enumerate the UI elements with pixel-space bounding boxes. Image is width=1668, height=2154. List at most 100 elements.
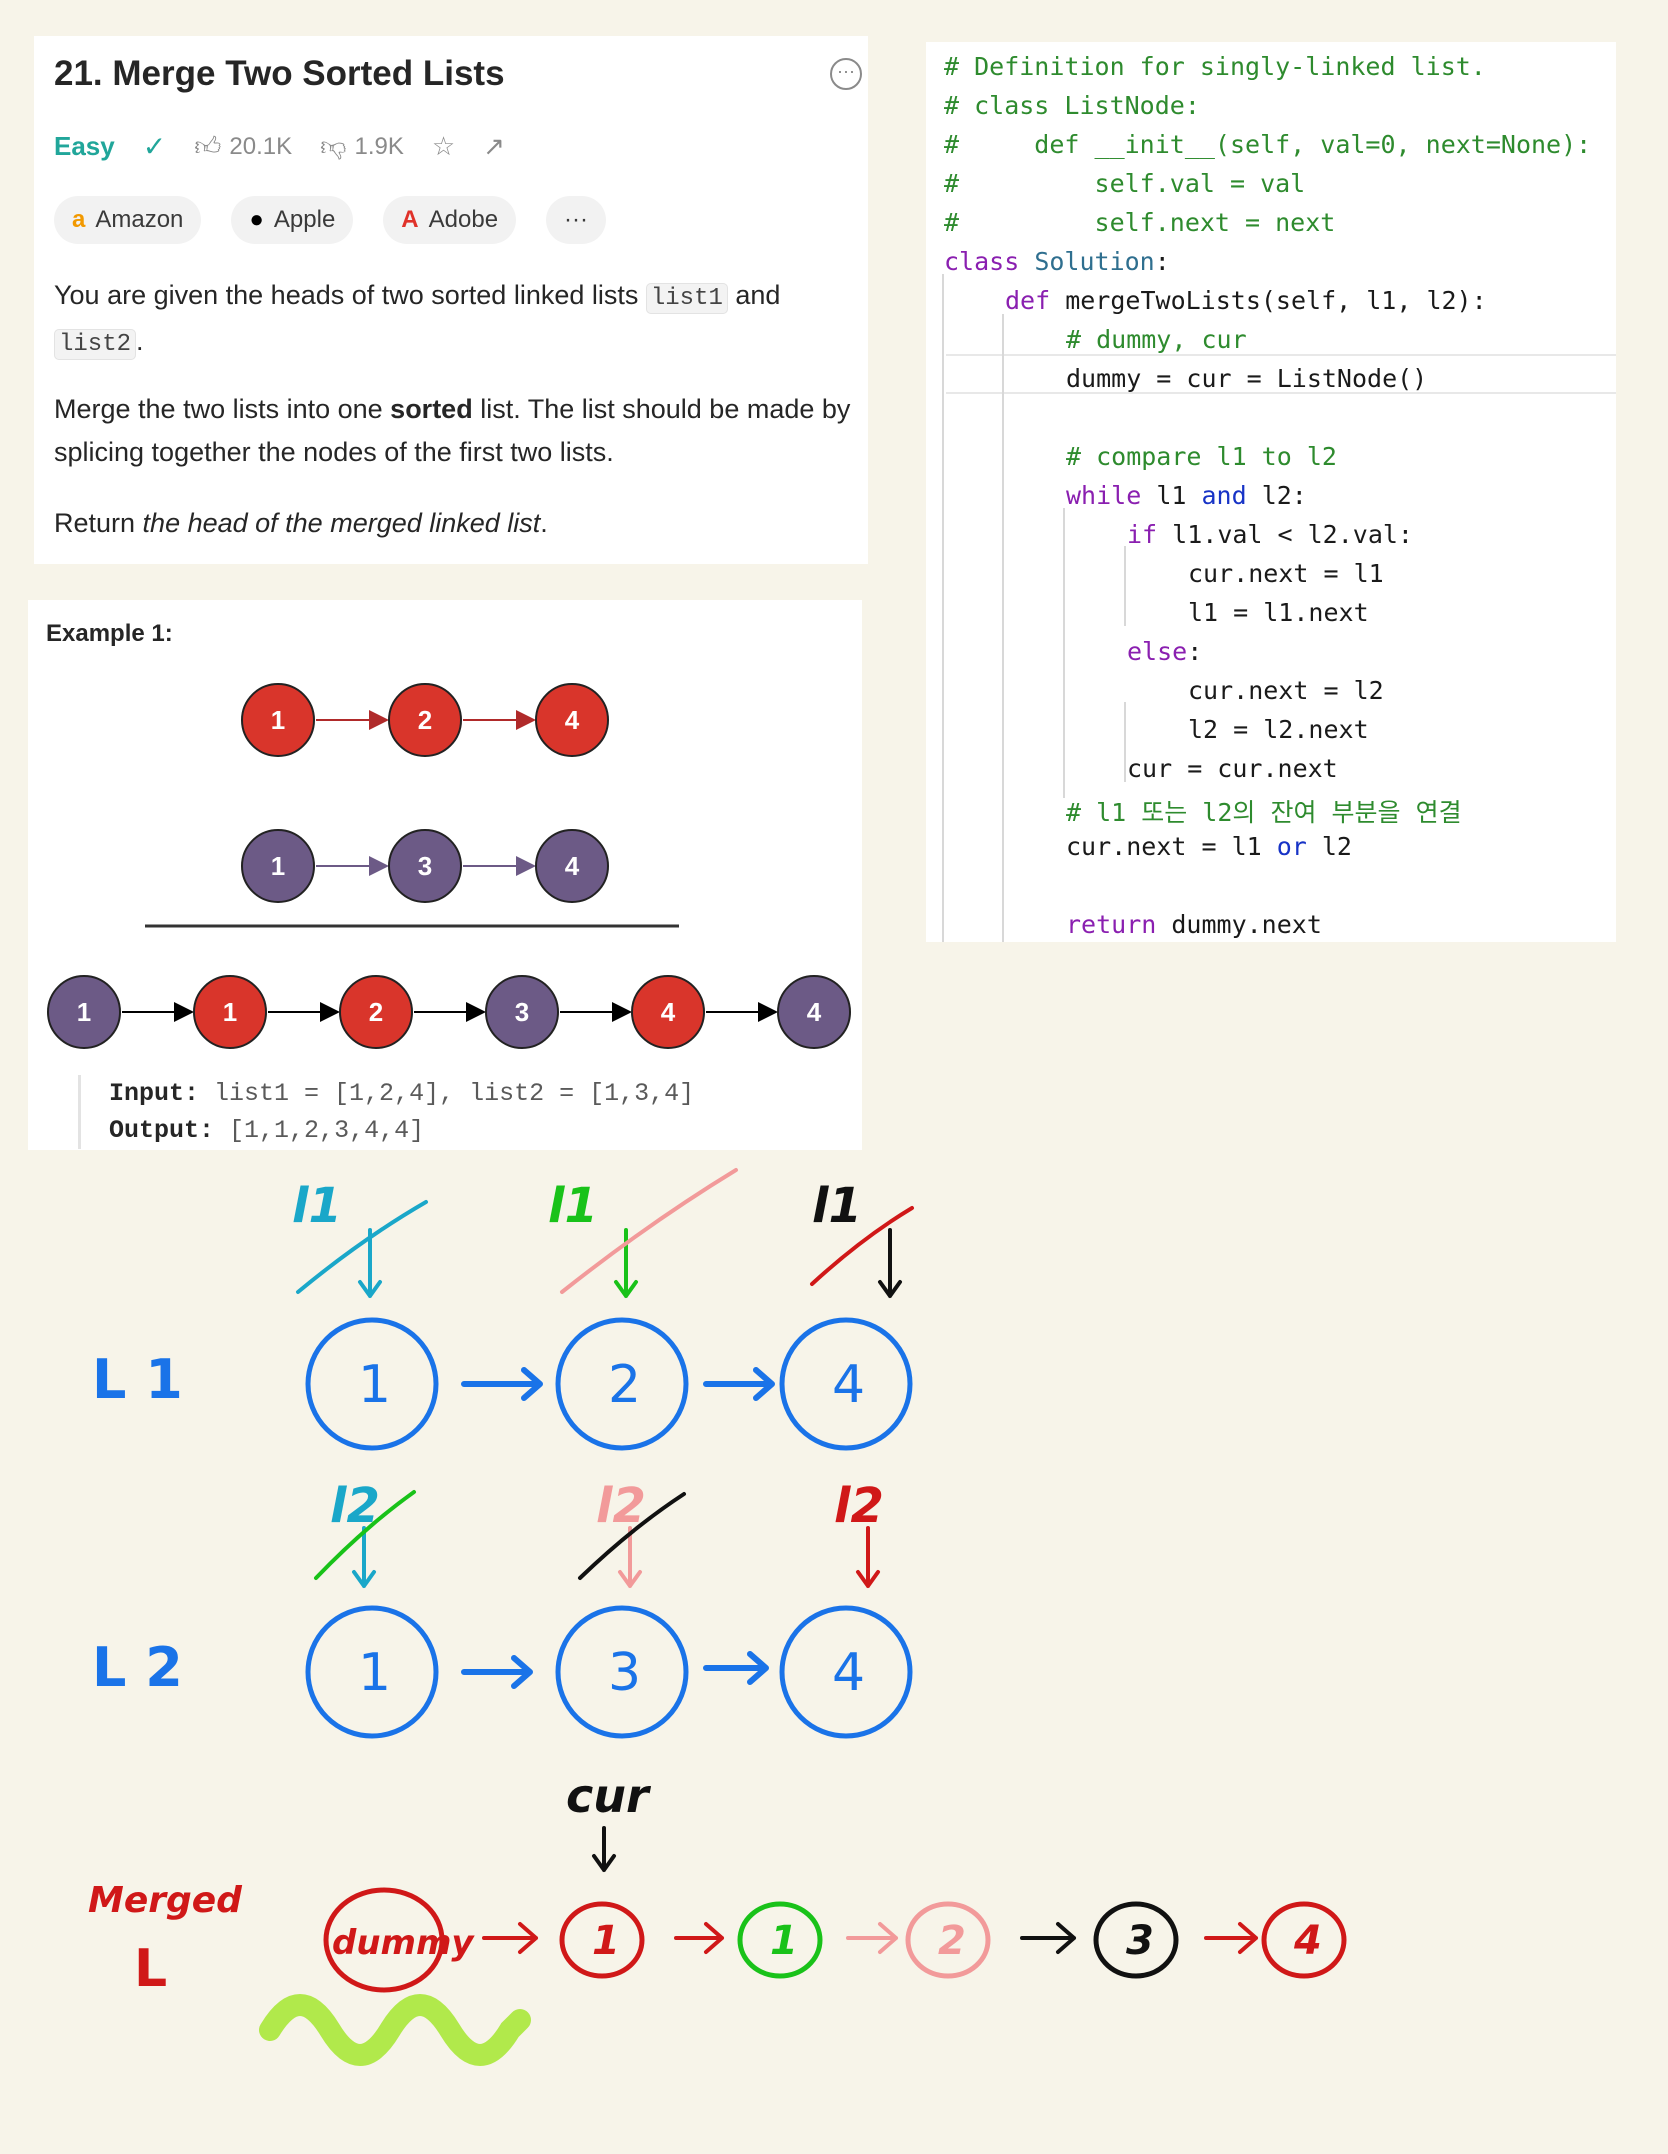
company-tags: a Amazon ● Apple A Adobe ··· (54, 196, 607, 244)
code-line: # self.next = next (944, 208, 1336, 237)
sketch-label-merged: Merged (88, 1880, 243, 1921)
share-icon[interactable]: ↗ (483, 131, 505, 162)
sketch-l1-arrow (703, 1367, 775, 1401)
like-count: 20.1K (229, 132, 293, 160)
problem-title: 21. Merge Two Sorted Lists (54, 54, 505, 93)
code-line: if l1.val < l2.val: (1127, 520, 1413, 549)
sketch-l2-node-label: 4 (832, 1643, 865, 1703)
tag-adobe[interactable]: A Adobe (383, 196, 517, 244)
more-tags-button[interactable]: ··· (546, 196, 607, 244)
code-line: # self.val = val (944, 169, 1306, 198)
code-line: l1 = l1.next (1188, 598, 1369, 627)
like-button[interactable]: 👍︎ 20.1K (194, 131, 292, 162)
apple-logo-icon: ● (249, 206, 264, 233)
thumbs-down-icon: 👎︎ (320, 131, 347, 161)
code-line: # compare l1 to l2 (1066, 442, 1337, 471)
difficulty-badge: Easy (54, 131, 115, 161)
example-panel: Example 1: 124134112344 Input: list1 = [… (28, 600, 862, 1150)
list2-node-label: 1 (271, 851, 285, 881)
merged-node-label: 3 (515, 997, 529, 1027)
code-line: # dummy, cur (1066, 325, 1247, 354)
sketch-merged-node-label: 1 (592, 1918, 620, 1964)
example-io: Input: list1 = [1,2,4], list2 = [1,3,4] … (78, 1075, 694, 1149)
tag-amazon[interactable]: a Amazon (54, 196, 202, 244)
solved-check-icon: ✓ (142, 131, 167, 162)
sketch-l2-node-label: 3 (608, 1643, 641, 1703)
sketch-pointer-l2: l2 (834, 1478, 884, 1534)
code-line: # def __init__(self, val=0, next=None): (944, 130, 1592, 159)
code-line: cur.next = l1 (1188, 559, 1384, 588)
code-line: cur.next = l2 (1188, 676, 1384, 705)
sketch-pointer-l2-arrow (856, 1526, 880, 1588)
merged-node-label: 4 (807, 997, 822, 1027)
sketch-pointer-l1-arrow (878, 1228, 902, 1298)
more-options-icon[interactable]: ⋯ (830, 58, 862, 90)
thumbs-up-icon: 👍︎ (194, 131, 222, 161)
code-line: l2 = l2.next (1188, 715, 1369, 744)
sketch-merged-node-label: 2 (938, 1918, 966, 1964)
sketch-pointer-cur: cur (566, 1769, 652, 1823)
code-editor[interactable]: # Definition for singly-linked list. # cl… (926, 42, 1616, 942)
dislike-count: 1.9K (354, 132, 404, 160)
star-icon[interactable]: ☆ (432, 131, 455, 162)
sketch-merged-node-label: 1 (770, 1918, 798, 1964)
sketch-pointer-l2-arrow (618, 1526, 642, 1588)
highlighter-squiggle (259, 1994, 531, 2066)
code-line: # l1 또는 l2의 잔여 부분을 연결 (1066, 798, 1462, 827)
code-line: cur.next = l1 or l2 (1066, 832, 1352, 861)
sketch-l1-node-label: 2 (608, 1355, 641, 1415)
merged-node-label: 1 (77, 997, 91, 1027)
sketch-label-l2: L 2 (92, 1636, 183, 1699)
code-line: while l1 and l2: (1066, 481, 1307, 510)
merged-node-label: 1 (223, 997, 237, 1027)
dislike-button[interactable]: 👎︎ 1.9K (320, 131, 404, 162)
sketch-merged-node-label: 3 (1126, 1918, 1154, 1964)
code-line: return dummy.next (1066, 910, 1322, 939)
code-line: def mergeTwoLists(self, l1, l2): (1005, 286, 1487, 315)
code-line: # class ListNode: (944, 91, 1200, 120)
code-line: dummy = cur = ListNode() (1066, 364, 1428, 393)
sketch-l2-arrow (461, 1655, 533, 1689)
list1-node-label: 2 (418, 705, 432, 735)
list2-node-label: 4 (565, 851, 580, 881)
sketch-merged-arrow (674, 1922, 724, 1954)
tag-apple[interactable]: ● Apple (231, 196, 354, 244)
sketch-merged-node-label: dummy (332, 1923, 475, 1963)
sketch-pointer-cur-arrow (592, 1826, 616, 1872)
sketch-pointer-l1: l1 (292, 1178, 342, 1234)
description-paragraph-1: You are given the heads of two sorted li… (54, 280, 781, 360)
indent-guide (1124, 702, 1126, 782)
code-line: cur = cur.next (1127, 754, 1338, 783)
list2-node-label: 3 (418, 851, 432, 881)
sketch-merged-arrow (1204, 1922, 1258, 1954)
indent-guide (1124, 546, 1126, 626)
indent-guide (1063, 508, 1065, 798)
sketch-merged-node-label: 4 (1293, 1918, 1322, 1964)
handwritten-sketch: L 1L 2MergedL1 2 41 3 4l1 l1 l1l2 l2 l2curdummy 1… (88, 1168, 1347, 2066)
sketch-pointer-l1: l1 (812, 1178, 862, 1234)
merged-node-label: 2 (369, 997, 383, 1027)
adobe-logo-icon: A (401, 206, 419, 233)
description-paragraph-2: Merge the two lists into one sorted list… (54, 394, 851, 467)
sketch-l2-node-label: 1 (358, 1643, 391, 1703)
sketch-merged-arrow (1020, 1922, 1076, 1954)
merged-node-label: 4 (661, 997, 676, 1027)
sketch-l1-node-label: 1 (358, 1355, 391, 1415)
list1-node-label: 4 (565, 705, 580, 735)
sketch-label-l1: L 1 (92, 1348, 183, 1411)
list1-node-label: 1 (271, 705, 285, 735)
code-line: class Solution: (944, 247, 1170, 276)
example-diagram: 1 2 4 1 3 4 1 1 2 3 4 4 (47, 683, 851, 1049)
sketch-l1-node-label: 4 (832, 1355, 865, 1415)
code-line: else: (1127, 637, 1203, 666)
description-paragraph-3: Return the head of the merged linked lis… (54, 508, 548, 538)
indent-guide (1002, 314, 1004, 942)
sketch-l2-arrow (703, 1651, 769, 1685)
problem-panel: 21. Merge Two Sorted Lists ⋯ Easy ✓ 👍︎ 2… (34, 36, 868, 564)
sketch-merged-arrow (846, 1922, 898, 1954)
sketch-merged-arrow (482, 1922, 538, 1954)
problem-meta: Easy ✓ 👍︎ 20.1K 👎︎ 1.9K ☆ ↗ (54, 130, 505, 163)
sketch-l1-arrow (461, 1367, 543, 1401)
code-line: # Definition for singly-linked list. (944, 52, 1486, 81)
amazon-logo-icon: a (72, 206, 86, 233)
